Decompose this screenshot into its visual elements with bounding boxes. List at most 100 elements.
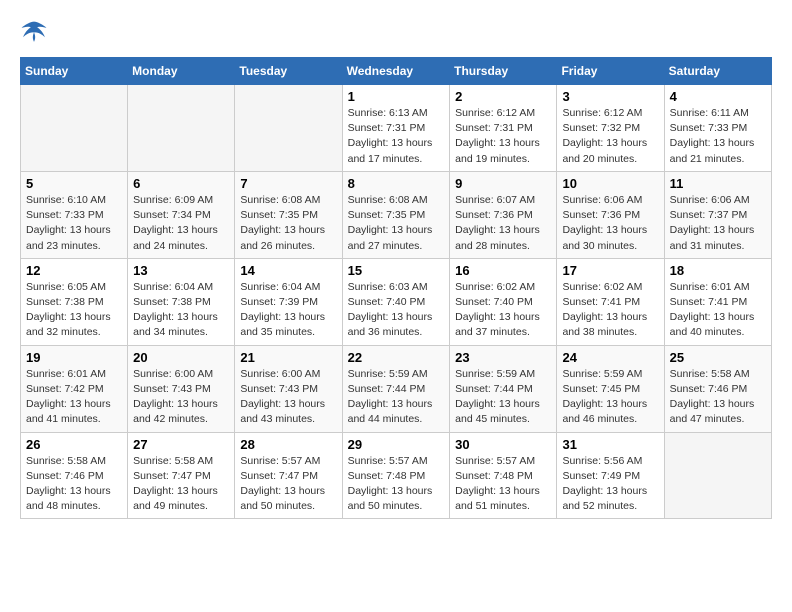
calendar-cell (235, 85, 342, 172)
day-number: 31 (562, 437, 658, 452)
calendar-cell: 14Sunrise: 6:04 AMSunset: 7:39 PMDayligh… (235, 258, 342, 345)
calendar-week-row: 5 Sunrise: 6:10 AMSunset: 7:33 PMDaylight… (21, 171, 772, 258)
day-number: 12 (26, 263, 122, 278)
calendar-cell: 28Sunrise: 5:57 AMSunset: 7:47 PMDayligh… (235, 432, 342, 519)
day-number: 11 (670, 176, 766, 191)
day-info: Sunrise: 6:02 AMSunset: 7:40 PMDaylight:… (455, 280, 551, 341)
day-number: 16 (455, 263, 551, 278)
day-info: Sunrise: 6:01 AMSunset: 7:42 PMDaylight:… (26, 367, 122, 428)
calendar-cell: 29 Sunrise: 5:57 AMSunset: 7:48 PMDayligh… (342, 432, 450, 519)
day-info: Sunrise: 6:10 AMSunset: 7:33 PMDaylight:… (26, 193, 122, 254)
day-number: 18 (670, 263, 766, 278)
day-info: Sunrise: 6:02 AMSunset: 7:41 PMDaylight:… (562, 280, 658, 341)
day-info: Sunrise: 5:56 AMSunset: 7:49 PMDaylight:… (562, 454, 658, 515)
calendar-cell: 13 Sunrise: 6:04 AMSunset: 7:38 PMDayligh… (128, 258, 235, 345)
day-info: Sunrise: 5:59 AMSunset: 7:44 PMDaylight:… (348, 367, 445, 428)
calendar-cell (664, 432, 771, 519)
day-info: Sunrise: 5:57 AMSunset: 7:48 PMDaylight:… (348, 454, 445, 515)
calendar-cell: 17 Sunrise: 6:02 AMSunset: 7:41 PMDayligh… (557, 258, 664, 345)
calendar-cell: 23Sunrise: 5:59 AMSunset: 7:44 PMDayligh… (450, 345, 557, 432)
calendar-week-row: 1 Sunrise: 6:13 AMSunset: 7:31 PMDaylight… (21, 85, 772, 172)
day-info: Sunrise: 5:57 AMSunset: 7:48 PMDaylight:… (455, 454, 551, 515)
day-info: Sunrise: 6:09 AMSunset: 7:34 PMDaylight:… (133, 193, 229, 254)
day-info: Sunrise: 6:06 AMSunset: 7:36 PMDaylight:… (562, 193, 658, 254)
day-info: Sunrise: 6:00 AMSunset: 7:43 PMDaylight:… (133, 367, 229, 428)
calendar-cell: 18 Sunrise: 6:01 AMSunset: 7:41 PMDayligh… (664, 258, 771, 345)
calendar-cell: 15 Sunrise: 6:03 AMSunset: 7:40 PMDayligh… (342, 258, 450, 345)
day-info: Sunrise: 6:06 AMSunset: 7:37 PMDaylight:… (670, 193, 766, 254)
calendar-cell: 4 Sunrise: 6:11 AMSunset: 7:33 PMDaylight… (664, 85, 771, 172)
weekday-header: Tuesday (235, 58, 342, 85)
day-info: Sunrise: 6:08 AMSunset: 7:35 PMDaylight:… (240, 193, 336, 254)
calendar-cell: 25Sunrise: 5:58 AMSunset: 7:46 PMDayligh… (664, 345, 771, 432)
day-number: 3 (562, 89, 658, 104)
day-info: Sunrise: 5:58 AMSunset: 7:46 PMDaylight:… (670, 367, 766, 428)
day-number: 2 (455, 89, 551, 104)
weekday-header: Wednesday (342, 58, 450, 85)
calendar-cell: 20 Sunrise: 6:00 AMSunset: 7:43 PMDayligh… (128, 345, 235, 432)
day-number: 20 (133, 350, 229, 365)
day-info: Sunrise: 6:07 AMSunset: 7:36 PMDaylight:… (455, 193, 551, 254)
day-number: 8 (348, 176, 445, 191)
weekday-header: Saturday (664, 58, 771, 85)
weekday-header: Sunday (21, 58, 128, 85)
day-info: Sunrise: 6:05 AMSunset: 7:38 PMDaylight:… (26, 280, 122, 341)
calendar-week-row: 19 Sunrise: 6:01 AMSunset: 7:42 PMDayligh… (21, 345, 772, 432)
weekday-header: Thursday (450, 58, 557, 85)
day-number: 14 (240, 263, 336, 278)
day-number: 19 (26, 350, 122, 365)
day-info: Sunrise: 6:01 AMSunset: 7:41 PMDaylight:… (670, 280, 766, 341)
calendar-cell: 8 Sunrise: 6:08 AMSunset: 7:35 PMDaylight… (342, 171, 450, 258)
calendar-cell: 1 Sunrise: 6:13 AMSunset: 7:31 PMDaylight… (342, 85, 450, 172)
header (20, 20, 772, 47)
calendar-cell: 19 Sunrise: 6:01 AMSunset: 7:42 PMDayligh… (21, 345, 128, 432)
calendar-cell: 21 Sunrise: 6:00 AMSunset: 7:43 PMDayligh… (235, 345, 342, 432)
calendar-week-row: 12 Sunrise: 6:05 AMSunset: 7:38 PMDayligh… (21, 258, 772, 345)
calendar-cell: 9 Sunrise: 6:07 AMSunset: 7:36 PMDaylight… (450, 171, 557, 258)
day-info: Sunrise: 6:08 AMSunset: 7:35 PMDaylight:… (348, 193, 445, 254)
day-number: 6 (133, 176, 229, 191)
calendar-cell: 6 Sunrise: 6:09 AMSunset: 7:34 PMDaylight… (128, 171, 235, 258)
day-info: Sunrise: 5:59 AMSunset: 7:45 PMDaylight:… (562, 367, 658, 428)
day-number: 1 (348, 89, 445, 104)
day-info: Sunrise: 5:57 AMSunset: 7:47 PMDaylight:… (240, 454, 336, 515)
calendar-week-row: 26Sunrise: 5:58 AMSunset: 7:46 PMDayligh… (21, 432, 772, 519)
calendar-cell: 30 Sunrise: 5:57 AMSunset: 7:48 PMDayligh… (450, 432, 557, 519)
calendar-cell: 16 Sunrise: 6:02 AMSunset: 7:40 PMDayligh… (450, 258, 557, 345)
day-info: Sunrise: 6:11 AMSunset: 7:33 PMDaylight:… (670, 106, 766, 167)
weekday-header: Friday (557, 58, 664, 85)
day-number: 29 (348, 437, 445, 452)
calendar-table: SundayMondayTuesdayWednesdayThursdayFrid… (20, 57, 772, 519)
day-number: 13 (133, 263, 229, 278)
calendar-cell: 24 Sunrise: 5:59 AMSunset: 7:45 PMDayligh… (557, 345, 664, 432)
day-number: 9 (455, 176, 551, 191)
day-number: 15 (348, 263, 445, 278)
day-number: 5 (26, 176, 122, 191)
calendar-cell (128, 85, 235, 172)
day-number: 4 (670, 89, 766, 104)
calendar-cell: 31 Sunrise: 5:56 AMSunset: 7:49 PMDayligh… (557, 432, 664, 519)
day-number: 27 (133, 437, 229, 452)
day-number: 7 (240, 176, 336, 191)
day-info: Sunrise: 6:12 AMSunset: 7:32 PMDaylight:… (562, 106, 658, 167)
day-number: 30 (455, 437, 551, 452)
day-number: 10 (562, 176, 658, 191)
calendar-cell: 27 Sunrise: 5:58 AMSunset: 7:47 PMDayligh… (128, 432, 235, 519)
calendar-cell: 3 Sunrise: 6:12 AMSunset: 7:32 PMDaylight… (557, 85, 664, 172)
day-info: Sunrise: 6:13 AMSunset: 7:31 PMDaylight:… (348, 106, 445, 167)
calendar-cell: 11 Sunrise: 6:06 AMSunset: 7:37 PMDayligh… (664, 171, 771, 258)
weekday-header: Monday (128, 58, 235, 85)
day-info: Sunrise: 5:58 AMSunset: 7:47 PMDaylight:… (133, 454, 229, 515)
day-number: 21 (240, 350, 336, 365)
calendar-cell: 10 Sunrise: 6:06 AMSunset: 7:36 PMDayligh… (557, 171, 664, 258)
day-info: Sunrise: 6:04 AMSunset: 7:38 PMDaylight:… (133, 280, 229, 341)
day-number: 17 (562, 263, 658, 278)
day-number: 22 (348, 350, 445, 365)
day-info: Sunrise: 6:00 AMSunset: 7:43 PMDaylight:… (240, 367, 336, 428)
calendar-cell (21, 85, 128, 172)
calendar-cell: 22 Sunrise: 5:59 AMSunset: 7:44 PMDayligh… (342, 345, 450, 432)
logo (20, 20, 52, 47)
day-number: 24 (562, 350, 658, 365)
day-info: Sunrise: 6:03 AMSunset: 7:40 PMDaylight:… (348, 280, 445, 341)
calendar-cell: 5 Sunrise: 6:10 AMSunset: 7:33 PMDaylight… (21, 171, 128, 258)
